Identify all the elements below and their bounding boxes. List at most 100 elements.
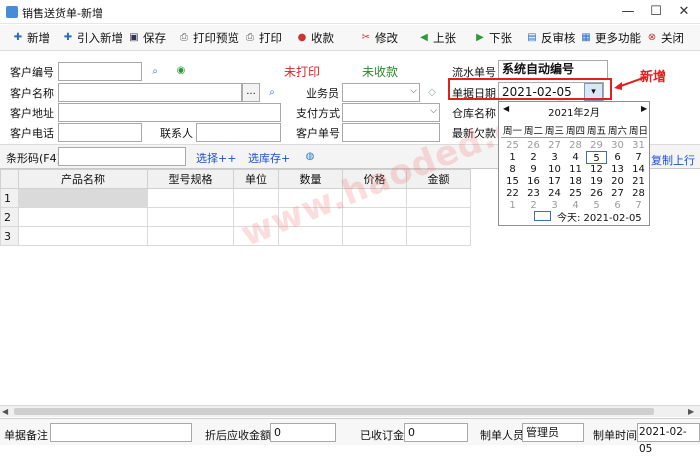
weekday-label: 周三 xyxy=(544,126,564,137)
toolbar: ✚ 新增 ✚ 引入新增 ▣ 保存 ⎙ 打印预览 ⎙ 打印 ● 收款 ✂ 修改 ◀ 上张 ▶ 下张 … xyxy=(0,25,700,51)
weekday-label: 周六 xyxy=(607,126,627,137)
weekday-label: 周一 xyxy=(502,126,522,137)
row-number: 1 xyxy=(0,188,19,208)
receive-status: 未收款 xyxy=(362,65,399,79)
title-bar: 销售送货单-新增 — ☐ ✕ xyxy=(0,0,700,24)
new-button[interactable]: ✚ 新增 xyxy=(12,29,50,47)
scroll-left-icon[interactable]: ◀ xyxy=(2,407,8,416)
scroll-thumb[interactable] xyxy=(14,408,654,415)
column-header[interactable]: 单位 xyxy=(233,169,279,189)
grid-cell[interactable] xyxy=(342,188,407,208)
grid-cell[interactable] xyxy=(147,207,234,227)
row-number: 2 xyxy=(0,207,19,227)
column-header[interactable]: 产品名称 xyxy=(18,169,148,189)
column-header[interactable]: 数量 xyxy=(278,169,343,189)
customer-no-input[interactable] xyxy=(58,62,142,81)
highlight-box xyxy=(448,78,612,100)
grid-cell[interactable] xyxy=(18,226,148,246)
received-input[interactable]: 0 xyxy=(404,423,468,442)
grid-cell[interactable] xyxy=(406,226,471,246)
table-row[interactable]: 1 xyxy=(0,188,471,208)
close-button[interactable]: ⊗ 关闭 xyxy=(646,29,684,47)
salesman-select[interactable]: ⌵ xyxy=(342,83,420,102)
grid-cell[interactable] xyxy=(278,188,343,208)
column-header[interactable]: 金额 xyxy=(406,169,471,189)
print-button[interactable]: ⎙ 打印 xyxy=(244,29,282,47)
grid-cell[interactable] xyxy=(233,226,279,246)
salesman-label: 业务员 xyxy=(306,87,339,100)
app-icon xyxy=(6,6,18,18)
table-row[interactable]: 2 xyxy=(0,207,471,227)
received-label: 已收订金 xyxy=(360,429,404,442)
grid-cell[interactable] xyxy=(278,207,343,227)
grid-header-row: 产品名称 型号规格 单位 数量 价格 金额 xyxy=(0,169,471,189)
search-icon[interactable]: ⌕ xyxy=(266,87,278,99)
customer-browse-button[interactable]: ... xyxy=(242,83,260,102)
close-window-button[interactable]: ✕ xyxy=(670,2,698,22)
today-link[interactable]: 今天: 2021-02-05 xyxy=(557,209,642,224)
grid-cell[interactable] xyxy=(18,188,148,208)
edit-icon: ✂ xyxy=(361,32,371,43)
prev-month-icon[interactable]: ◀ xyxy=(503,104,509,113)
discount-input[interactable]: 0 xyxy=(270,423,336,442)
select-link[interactable]: 选择++ xyxy=(196,150,236,166)
modify-button[interactable]: ✂ 修改 xyxy=(360,29,398,47)
grid-cell[interactable] xyxy=(147,188,234,208)
save-icon: ▣ xyxy=(129,32,139,43)
row-number: 3 xyxy=(0,226,19,246)
customer-addr-label: 客户地址 xyxy=(10,107,54,120)
serial-input[interactable]: 系统自动编号 xyxy=(498,60,608,79)
customer-order-input[interactable] xyxy=(342,123,440,142)
chevron-down-icon: ⌵ xyxy=(430,106,437,116)
grid-cell[interactable] xyxy=(406,188,471,208)
minimize-button[interactable]: — xyxy=(614,2,642,22)
refresh-icon[interactable]: ◉ xyxy=(175,65,187,77)
search-icon[interactable]: ⌕ xyxy=(149,66,161,78)
grid-cell[interactable] xyxy=(342,207,407,227)
discount-label: 折后应收金额 xyxy=(205,429,271,442)
next-month-icon[interactable]: ▶ xyxy=(641,104,647,113)
save-button[interactable]: ▣ 保存 xyxy=(128,29,166,47)
grid-cell[interactable] xyxy=(406,207,471,227)
receive-button[interactable]: ● 收款 xyxy=(296,29,334,47)
grid-cell[interactable] xyxy=(233,207,279,227)
more-functions-button[interactable]: ▦ 更多功能 xyxy=(580,29,641,47)
calendar-day[interactable]: 1 xyxy=(502,199,523,212)
footer-bar: 单据备注 折后应收金额 0 已收订金 0 制单人员 管理员 制单时间 2021-… xyxy=(0,418,700,455)
scroll-right-icon[interactable]: ▶ xyxy=(688,407,694,416)
barcode-input[interactable] xyxy=(58,147,186,166)
prev-button[interactable]: ◀ 上张 xyxy=(418,29,456,47)
copy-line-link[interactable]: 复制上行 xyxy=(651,152,695,168)
next-button[interactable]: ▶ 下张 xyxy=(474,29,512,47)
import-new-button[interactable]: ✚ 引入新增 xyxy=(62,29,123,47)
print-status: 未打印 xyxy=(284,65,321,79)
payment-select[interactable]: ⌵ xyxy=(342,103,440,122)
coins-icon: ● xyxy=(297,32,307,43)
select-stock-link[interactable]: 选库存+ xyxy=(248,150,290,166)
globe-icon[interactable]: ◍ xyxy=(304,151,316,163)
unreview-button[interactable]: ▤ 反审核 xyxy=(526,29,575,47)
horizontal-scrollbar[interactable]: ◀ ▶ xyxy=(0,405,700,417)
grid-cell[interactable] xyxy=(18,207,148,227)
contact-input[interactable] xyxy=(196,123,281,142)
grid-cell[interactable] xyxy=(233,188,279,208)
maker-input[interactable]: 管理员 xyxy=(522,423,584,442)
customer-name-input[interactable] xyxy=(58,83,242,102)
customer-addr-input[interactable] xyxy=(58,103,281,122)
print-preview-button[interactable]: ⎙ 打印预览 xyxy=(178,29,239,47)
maximize-button[interactable]: ☐ xyxy=(642,2,670,22)
customer-phone-input[interactable] xyxy=(58,123,142,142)
eraser-icon[interactable]: ◇ xyxy=(426,87,438,99)
column-header[interactable]: 型号规格 xyxy=(147,169,234,189)
payment-label: 支付方式 xyxy=(296,107,340,120)
arrow-left-icon: ◀ xyxy=(420,32,428,43)
remark-input[interactable] xyxy=(50,423,192,442)
customer-phone-label: 客户电话 xyxy=(10,127,54,140)
grid-cell[interactable] xyxy=(147,226,234,246)
grid-cell[interactable] xyxy=(342,226,407,246)
time-input[interactable]: 2021-02-05 xyxy=(637,423,700,455)
customer-name-label: 客户名称 xyxy=(10,87,54,100)
table-row[interactable]: 3 xyxy=(0,226,471,246)
column-header[interactable]: 价格 xyxy=(342,169,407,189)
grid-cell[interactable] xyxy=(278,226,343,246)
